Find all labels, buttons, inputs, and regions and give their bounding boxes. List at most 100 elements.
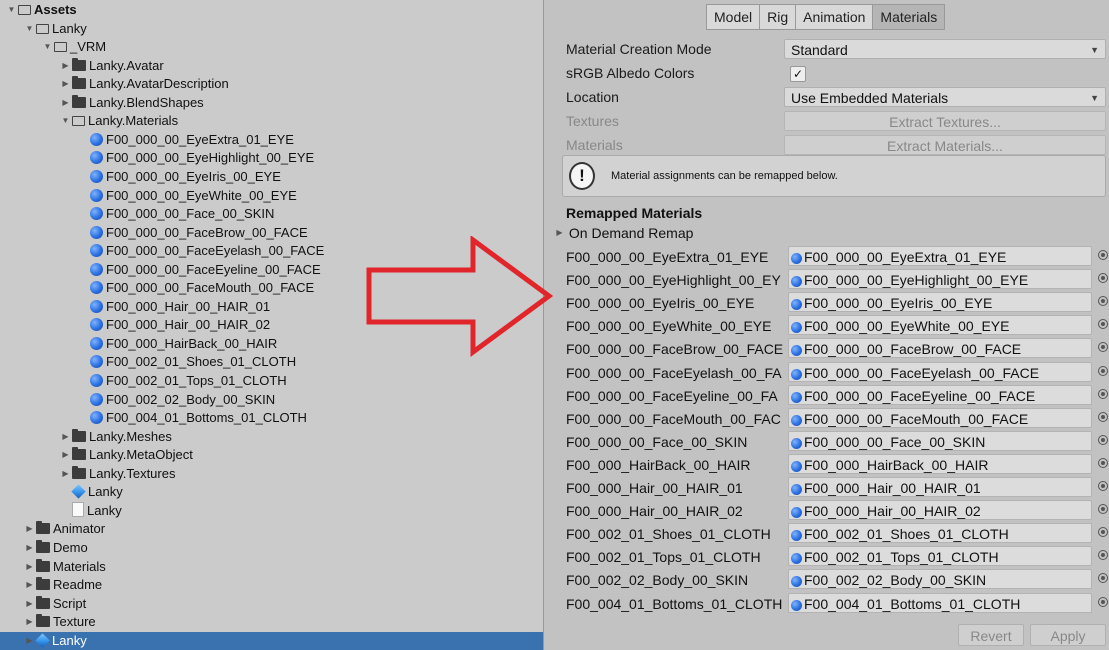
tree-item[interactable]: Materials: [0, 558, 543, 576]
foldout-arrow-icon[interactable]: [60, 75, 71, 93]
tree-item[interactable]: F00_000_00_Face_00_SKIN: [0, 205, 543, 223]
location-label: Location: [566, 89, 619, 105]
foldout-arrow-icon[interactable]: [24, 539, 35, 557]
object-picker-icon[interactable]: [1098, 365, 1108, 376]
textures-label: Textures: [566, 113, 619, 129]
material-object-field[interactable]: F00_000_00_EyeIris_00_EYE: [788, 292, 1092, 313]
material-icon: [90, 336, 103, 350]
tree-item[interactable]: Animator: [0, 520, 543, 538]
extract-textures-button[interactable]: Extract Textures...: [784, 111, 1106, 131]
tab-materials[interactable]: Materials: [873, 5, 945, 29]
object-picker-icon[interactable]: [1098, 527, 1108, 538]
location-dropdown[interactable]: Use Embedded Materials ▼: [784, 87, 1106, 107]
material-object-field[interactable]: F00_000_00_FaceMouth_00_FACE: [788, 407, 1092, 428]
foldout-arrow-icon[interactable]: [24, 632, 35, 650]
tree-item[interactable]: Lanky: [0, 501, 543, 520]
object-picker-icon[interactable]: [1098, 457, 1108, 468]
object-picker-icon[interactable]: [1098, 250, 1108, 260]
foldout-arrow-icon[interactable]: [6, 1, 17, 19]
foldout-arrow-icon[interactable]: [24, 520, 35, 538]
object-picker-icon[interactable]: [1098, 550, 1108, 561]
foldout-arrow-icon[interactable]: [24, 576, 35, 594]
object-picker-icon[interactable]: [1098, 573, 1108, 584]
material-object-field[interactable]: F00_002_02_Body_00_SKIN: [788, 569, 1092, 590]
tree-item[interactable]: Lanky: [0, 20, 543, 38]
foldout-arrow-icon[interactable]: [24, 595, 35, 613]
object-picker-icon[interactable]: [1098, 504, 1108, 515]
remap-row: F00_002_02_Body_00_SKIN F00_002_02_Body_0…: [566, 568, 1108, 591]
object-picker-icon[interactable]: [1098, 342, 1108, 353]
foldout-arrow-icon[interactable]: [24, 613, 35, 631]
srgb-albedo-checkbox[interactable]: ✓: [790, 66, 806, 82]
foldout-arrow-icon[interactable]: [42, 38, 53, 56]
material-object-field[interactable]: F00_000_00_EyeHighlight_00_EYE: [788, 269, 1092, 290]
object-picker-icon[interactable]: [1098, 319, 1108, 330]
tree-item[interactable]: F00_000_00_EyeHighlight_00_EYE: [0, 149, 543, 167]
material-creation-mode-dropdown[interactable]: Standard ▼: [784, 39, 1106, 59]
tab-model[interactable]: Model: [707, 5, 761, 29]
object-picker-icon[interactable]: [1098, 481, 1108, 491]
object-picker-icon[interactable]: [1098, 434, 1108, 445]
material-object-field[interactable]: F00_000_00_FaceEyelash_00_FACE: [788, 361, 1092, 382]
tree-item[interactable]: Lanky.Materials: [0, 112, 543, 130]
dropdown-arrow-icon: ▼: [1090, 93, 1099, 103]
extract-materials-button[interactable]: Extract Materials...: [784, 135, 1106, 155]
material-object-field[interactable]: F00_000_00_FaceBrow_00_FACE: [788, 338, 1092, 359]
object-picker-icon[interactable]: [1098, 411, 1108, 422]
on-demand-remap-foldout[interactable]: On Demand Remap: [554, 224, 694, 242]
tree-item[interactable]: Assets: [0, 1, 543, 19]
tree-item[interactable]: Lanky: [0, 483, 543, 501]
tree-item[interactable]: Lanky.Textures: [0, 465, 543, 483]
object-picker-icon[interactable]: [1098, 273, 1108, 284]
revert-button[interactable]: Revert: [958, 624, 1024, 646]
tree-item[interactable]: F00_002_01_Tops_01_CLOTH: [0, 372, 543, 390]
material-object-field[interactable]: F00_000_00_EyeWhite_00_EYE: [788, 315, 1092, 336]
tree-item[interactable]: Lanky.MetaObject: [0, 446, 543, 464]
material-object-field[interactable]: F00_000_Hair_00_HAIR_02: [788, 500, 1092, 521]
tree-item[interactable]: Texture: [0, 613, 543, 631]
material-object-field[interactable]: F00_004_01_Bottoms_01_CLOTH: [788, 592, 1092, 613]
folder-icon: [72, 57, 86, 71]
tree-item-label: F00_000_00_FaceEyelash_00_FACE: [106, 243, 325, 259]
foldout-arrow-icon[interactable]: [24, 558, 35, 576]
foldout-arrow-icon[interactable]: [60, 57, 71, 75]
tree-item[interactable]: Lanky: [0, 631, 543, 650]
tab-rig[interactable]: Rig: [760, 5, 797, 29]
material-object-field[interactable]: F00_000_HairBack_00_HAIR: [788, 453, 1092, 474]
object-picker-icon[interactable]: [1098, 296, 1108, 307]
foldout-arrow-icon[interactable]: [60, 94, 71, 112]
tree-item[interactable]: F00_004_01_Bottoms_01_CLOTH: [0, 409, 543, 427]
object-picker-icon[interactable]: [1098, 388, 1108, 399]
material-object-field[interactable]: F00_000_00_Face_00_SKIN: [788, 430, 1092, 451]
tree-item[interactable]: F00_002_02_Body_00_SKIN: [0, 391, 543, 409]
tree-item[interactable]: Lanky.Meshes: [0, 428, 543, 446]
material-object-field[interactable]: F00_000_00_FaceEyeline_00_FACE: [788, 384, 1092, 405]
foldout-arrow-icon[interactable]: [60, 112, 71, 130]
foldout-arrow-icon[interactable]: [60, 428, 71, 446]
tree-item[interactable]: Demo: [0, 539, 543, 557]
apply-button[interactable]: Apply: [1030, 624, 1106, 646]
material-object-field[interactable]: F00_002_01_Tops_01_CLOTH: [788, 546, 1092, 567]
material-object-field[interactable]: F00_002_01_Shoes_01_CLOTH: [788, 523, 1092, 544]
tree-item[interactable]: _VRM: [0, 38, 543, 56]
tree-item[interactable]: F00_000_00_EyeWhite_00_EYE: [0, 187, 543, 205]
tree-item[interactable]: F00_000_00_EyeIris_00_EYE: [0, 168, 543, 186]
foldout-arrow-icon[interactable]: [60, 465, 71, 483]
tree-item[interactable]: Lanky.BlendShapes: [0, 94, 543, 112]
tree-item-label: Lanky: [88, 484, 123, 500]
foldout-arrow-icon[interactable]: [24, 20, 35, 38]
tab-animation[interactable]: Animation: [796, 5, 874, 29]
tree-item[interactable]: F00_000_00_EyeExtra_01_EYE: [0, 131, 543, 149]
material-object-field[interactable]: F00_000_Hair_00_HAIR_01: [788, 477, 1092, 497]
material-creation-mode-value: Standard: [791, 42, 848, 58]
material-object-value: F00_000_HairBack_00_HAIR: [804, 456, 989, 473]
material-object-field[interactable]: F00_000_00_EyeExtra_01_EYE: [788, 246, 1092, 266]
foldout-arrow-icon[interactable]: [60, 446, 71, 464]
tree-item[interactable]: Script: [0, 595, 543, 613]
object-picker-icon[interactable]: [1098, 596, 1108, 607]
folder-icon: [36, 558, 50, 572]
tree-item[interactable]: Lanky.Avatar: [0, 57, 543, 75]
material-icon: [90, 262, 103, 276]
tree-item[interactable]: Lanky.AvatarDescription: [0, 75, 543, 93]
tree-item[interactable]: Readme: [0, 576, 543, 594]
